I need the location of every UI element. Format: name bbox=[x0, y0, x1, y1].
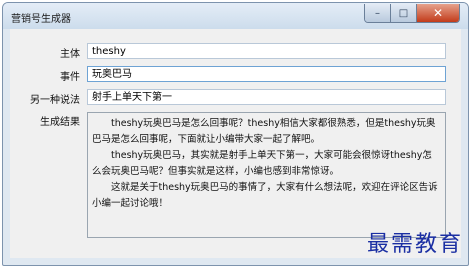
title-bar[interactable]: 营销号生成器 – □ ✕ bbox=[3, 3, 468, 29]
result-paragraph: theshy玩奥巴马，其实就是射手上单天下第一，大家可能会很惊讶theshy怎么… bbox=[92, 150, 432, 177]
event-input[interactable]: 玩奥巴马 bbox=[87, 66, 446, 82]
form-panel: 主体 theshy 事件 玩奥巴马 另一种说法 射手上单天下第一 生成结果 th… bbox=[10, 29, 461, 258]
window-title: 营销号生成器 bbox=[11, 14, 71, 25]
subject-input[interactable]: theshy bbox=[87, 43, 446, 59]
alt-phrase-label: 另一种说法 bbox=[30, 95, 80, 106]
result-textarea[interactable]: theshy玩奥巴马是怎么回事呢？theshy相信大家都很熟悉，但是theshy… bbox=[87, 112, 446, 238]
window-controls: – □ ✕ bbox=[364, 4, 460, 23]
alt-phrase-input[interactable]: 射手上单天下第一 bbox=[87, 89, 446, 105]
result-paragraph: theshy玩奥巴马是怎么回事呢？theshy相信大家都很熟悉，但是theshy… bbox=[92, 118, 436, 145]
subject-label: 主体 bbox=[60, 49, 80, 60]
close-button[interactable]: ✕ bbox=[417, 4, 459, 22]
minimize-button[interactable]: – bbox=[365, 4, 391, 22]
result-paragraph: 这就是关于theshy玩奥巴马的事情了，大家有什么想法呢，欢迎在评论区告诉小编一… bbox=[92, 182, 438, 209]
result-label: 生成结果 bbox=[40, 117, 80, 128]
maximize-button[interactable]: □ bbox=[391, 4, 417, 22]
event-label: 事件 bbox=[60, 72, 80, 83]
watermark-logo: 最需教育 bbox=[366, 232, 463, 257]
